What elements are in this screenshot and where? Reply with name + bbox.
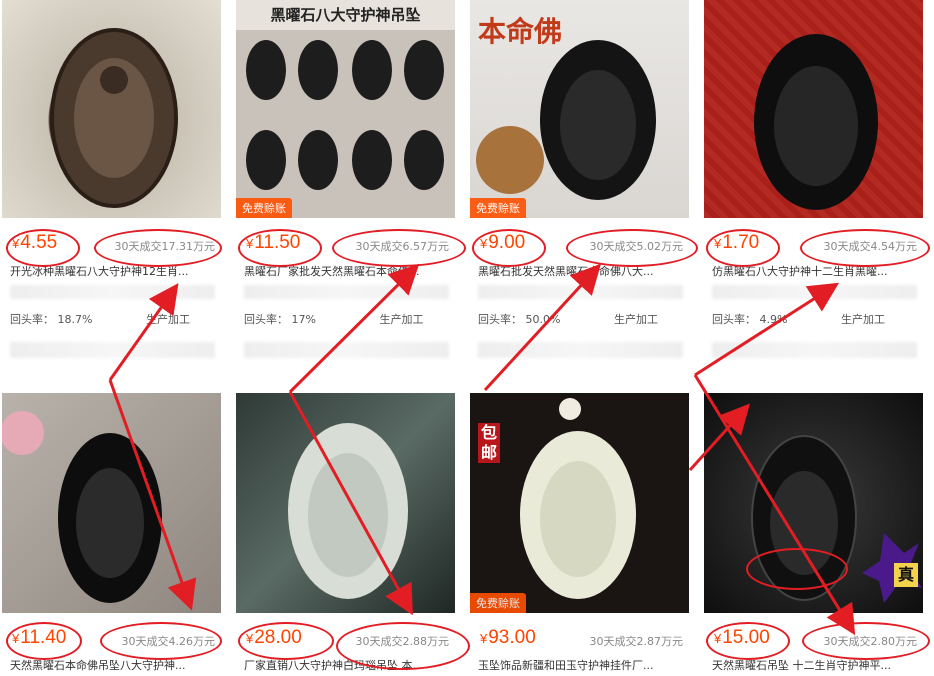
blurred-shop-name	[712, 285, 917, 299]
image-caption: 本命佛	[478, 15, 563, 48]
free-credit-badge: 免费赊账	[236, 198, 292, 218]
product-price: ¥93.00	[480, 627, 536, 648]
sales-highlight-ring	[332, 229, 466, 267]
product-image[interactable]	[704, 0, 923, 218]
repeat-rate: 回头率： 50.0% 生产加工	[478, 313, 658, 326]
price-highlight-ring	[6, 622, 82, 660]
image-caption: 包邮	[478, 423, 500, 463]
pendant-grid-graphic	[246, 40, 444, 190]
product-title[interactable]: 玉坠饰品新疆和田玉守护神挂件厂...	[478, 657, 683, 673]
blurred-shop-name	[244, 285, 449, 299]
free-credit-badge: 免费赊账	[470, 593, 526, 613]
blurred-row	[244, 342, 449, 358]
sales-highlight-ring	[802, 622, 930, 660]
repeat-rate: 回头率： 4.9% 生产加工	[712, 313, 885, 326]
pendant-graphic	[520, 398, 636, 599]
pendant-graphic	[288, 423, 408, 599]
product-card[interactable]: ¥4.55 30天成交17.31万元 开光冰种黑曜石八大守护神12生肖... 回…	[2, 0, 221, 358]
blurred-row	[712, 342, 917, 358]
sales-highlight-ring	[100, 622, 222, 660]
blurred-row	[10, 342, 215, 358]
pendant-graphic	[754, 34, 878, 210]
product-image[interactable]: 黑曜石八大守护神吊坠 免费赊账	[236, 0, 455, 218]
blurred-shop-name	[478, 285, 683, 299]
product-card[interactable]: 黑曜石八大守护神吊坠 免费赊账 ¥11.50 30天成交6.57万元 黑曜石厂家…	[236, 0, 455, 358]
product-card[interactable]: 本命佛 免费赊账 ¥9.00 30天成交5.02万元 黑曜石批发天然黑曜石本命佛…	[470, 0, 689, 358]
price-highlight-ring	[6, 229, 80, 267]
price-highlight-ring	[238, 622, 334, 660]
product-image[interactable]	[2, 0, 221, 218]
price-highlight-ring	[238, 229, 322, 267]
blurred-shop-name	[10, 285, 215, 299]
image-caption: 黑曜石八大守护神吊坠	[236, 0, 455, 30]
product-image[interactable]	[2, 393, 221, 613]
sales-highlight-ring	[566, 229, 698, 267]
sales-highlight-ring	[800, 229, 930, 267]
pendant-graphic	[50, 28, 178, 208]
image-highlight-ring	[746, 548, 848, 590]
price-highlight-ring	[472, 229, 546, 267]
blurred-row	[478, 342, 683, 358]
product-image[interactable]	[236, 393, 455, 613]
product-image[interactable]: 本命佛 免费赊账	[470, 0, 689, 218]
product-card[interactable]: 包邮 免费赊账 ¥93.00 30天成交2.87万元 玉坠饰品新疆和田玉守护神挂…	[470, 393, 689, 676]
free-credit-badge: 免费赊账	[470, 198, 526, 218]
repeat-rate: 回头率： 17% 生产加工	[244, 313, 424, 326]
sales-highlight-ring	[94, 229, 222, 267]
sales-highlight-ring	[336, 622, 470, 670]
price-highlight-ring	[706, 229, 780, 267]
price-highlight-ring	[706, 622, 790, 660]
pendant-graphic	[2, 411, 162, 603]
image-caption: 真	[894, 563, 918, 587]
product-card[interactable]: ¥1.70 30天成交4.54万元 仿黑曜石八大守护神十二生肖黑曜... 回头率…	[704, 0, 923, 358]
repeat-rate: 回头率： 18.7% 生产加工	[10, 313, 190, 326]
product-image[interactable]: 包邮 免费赊账	[470, 393, 689, 613]
sales-volume: 30天成交2.87万元	[589, 635, 684, 648]
